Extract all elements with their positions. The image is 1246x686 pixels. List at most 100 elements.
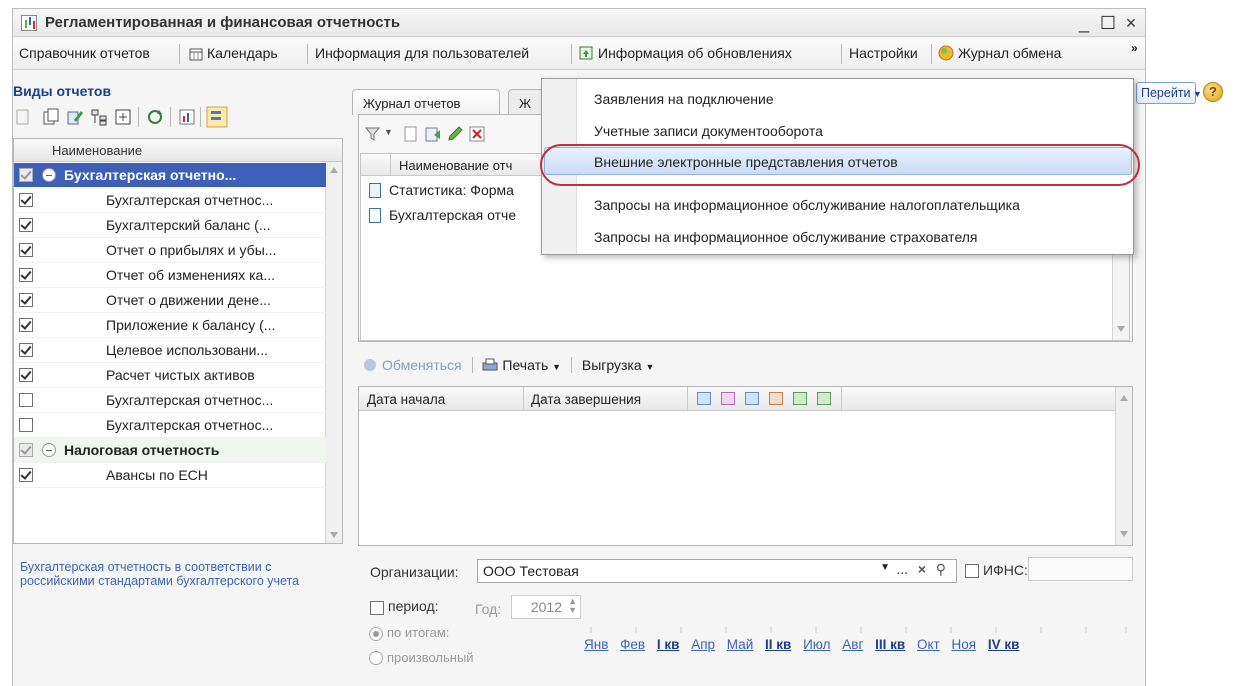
scroll-up-arrow[interactable]	[330, 167, 338, 173]
year-field[interactable]: 2012 ▲ ▼	[511, 595, 581, 619]
close-button[interactable]: ×	[1120, 12, 1142, 34]
menu-item-connection-applications[interactable]: Заявления на подключение	[594, 91, 774, 107]
end-date-column[interactable]: Дата завершения	[531, 392, 641, 407]
new-report-icon[interactable]	[402, 125, 420, 143]
ellipsis-button[interactable]: ...	[896, 561, 908, 577]
report-type-row[interactable]: Отчет о прибылях и убы...	[14, 238, 326, 263]
print-label: Печать	[502, 357, 549, 373]
minimize-button[interactable]: _	[1073, 12, 1095, 34]
row-checkbox[interactable]	[19, 293, 33, 307]
report-type-row[interactable]: Расчет чистых активов	[14, 363, 326, 388]
quarter-link-1[interactable]: I кв	[657, 637, 680, 652]
report-type-row[interactable]: Отчет об изменениях ка...	[14, 263, 326, 288]
updates-info-button[interactable]: Информация об обновлениях	[578, 45, 792, 64]
filter-icon[interactable]	[364, 125, 382, 143]
new-item-icon[interactable]	[14, 108, 32, 126]
report-row-statistics[interactable]: Статистика: Форма	[369, 182, 514, 198]
month-link-jul[interactable]: Июл	[803, 637, 830, 652]
report-type-row[interactable]: Налоговая отчетность	[14, 438, 326, 463]
menu-item-insurer-requests[interactable]: Запросы на информационное обслуживание с…	[594, 229, 978, 245]
report-type-row[interactable]: Авансы по ЕСН	[14, 463, 326, 488]
report-chart-icon[interactable]	[178, 108, 196, 126]
row-checkbox[interactable]	[19, 318, 33, 332]
user-info-button[interactable]: Информация для пользователей	[315, 45, 529, 61]
month-link-may[interactable]: Май	[727, 637, 753, 652]
report-row-accounting[interactable]: Бухгалтерская отче	[369, 207, 516, 223]
open-report-icon[interactable]	[424, 125, 442, 143]
collapse-icon[interactable]	[42, 168, 56, 182]
scroll-down-arrow[interactable]	[1117, 326, 1125, 332]
refresh-icon[interactable]	[146, 108, 164, 126]
tab-reports-journal[interactable]: Журнал отчетов	[352, 89, 500, 115]
quarter-link-4[interactable]: IV кв	[988, 637, 1020, 652]
scroll-up-arrow[interactable]	[1120, 395, 1128, 401]
settings-button[interactable]: Настройки	[849, 45, 918, 61]
delete-icon[interactable]	[468, 125, 486, 143]
report-type-row[interactable]: Бухгалтерская отчетнос...	[14, 413, 326, 438]
row-checkbox[interactable]	[19, 443, 33, 457]
goto-button[interactable]: Перейти ▼	[1136, 82, 1202, 104]
name-column-header[interactable]: Наименование	[52, 143, 142, 158]
print-button[interactable]: Печать ▼	[482, 357, 561, 373]
month-link-jan[interactable]: Янв	[584, 637, 608, 652]
edit-icon[interactable]	[66, 108, 84, 126]
row-checkbox[interactable]	[19, 393, 33, 407]
month-link-aug[interactable]: Авг	[842, 637, 863, 652]
panel-toggle-icon[interactable]	[206, 106, 228, 128]
month-link-oct[interactable]: Окт	[917, 637, 940, 652]
copy-icon[interactable]	[42, 108, 60, 126]
year-spinner-icon[interactable]: ▲ ▼	[568, 597, 577, 615]
custom-radio[interactable]	[369, 651, 383, 665]
report-type-row[interactable]: Приложение к балансу (...	[14, 313, 326, 338]
scroll-down-arrow[interactable]	[330, 532, 338, 538]
row-checkbox[interactable]	[19, 218, 33, 232]
month-link-apr[interactable]: Апр	[691, 637, 715, 652]
filter-dropdown-arrow[interactable]: ▼	[384, 127, 393, 137]
calendar-button[interactable]: Календарь	[189, 45, 278, 64]
report-type-row[interactable]: Бухгалтерская отчетно...	[14, 163, 326, 188]
row-checkbox[interactable]	[19, 343, 33, 357]
grid-scrollbar[interactable]	[325, 162, 342, 543]
maximize-button[interactable]: ☐	[1097, 12, 1119, 34]
collapse-icon[interactable]	[42, 443, 56, 457]
clear-icon[interactable]: ×	[918, 561, 926, 577]
row-checkbox[interactable]	[19, 368, 33, 382]
row-checkbox[interactable]	[19, 468, 33, 482]
organization-field[interactable]: ООО Тестовая ▼ ... × ⚲	[477, 559, 957, 583]
help-icon[interactable]: ?	[1203, 82, 1223, 102]
scroll-down-arrow[interactable]	[1120, 531, 1128, 537]
menu-item-taxpayer-requests[interactable]: Запросы на информационное обслуживание н…	[594, 197, 1020, 213]
search-icon[interactable]: ⚲	[936, 561, 946, 578]
report-type-row[interactable]: Бухгалтерская отчетнос...	[14, 188, 326, 213]
report-type-row[interactable]: Целевое использовани...	[14, 338, 326, 363]
edit-pencil-icon[interactable]	[446, 125, 464, 143]
export-button[interactable]: Выгрузка ▼	[582, 357, 655, 373]
period-checkbox[interactable]	[370, 601, 384, 615]
row-checkbox[interactable]	[19, 168, 33, 182]
report-type-row[interactable]: Отчет о движении дене...	[14, 288, 326, 313]
hierarchy-icon[interactable]	[90, 108, 108, 126]
report-type-row[interactable]: Бухгалтерский баланс (...	[14, 213, 326, 238]
tree-icon[interactable]	[114, 108, 132, 126]
month-link-nov[interactable]: Ноя	[952, 637, 977, 652]
exchange-button[interactable]: Обменяться	[362, 357, 462, 373]
report-type-row[interactable]: Бухгалтерская отчетнос...	[14, 388, 326, 413]
dropdown-arrow-icon[interactable]: ▼	[880, 562, 890, 573]
toolbar-overflow-button[interactable]: »	[1131, 41, 1138, 55]
month-link-feb[interactable]: Фев	[620, 637, 645, 652]
row-checkbox[interactable]	[19, 418, 33, 432]
reports-directory-button[interactable]: Справочник отчетов	[19, 45, 150, 61]
menu-item-accounts[interactable]: Учетные записи документооборота	[594, 123, 823, 139]
exchange-log-button[interactable]: Журнал обмена	[938, 45, 1061, 64]
row-checkbox[interactable]	[19, 268, 33, 282]
totals-radio[interactable]	[369, 627, 383, 641]
start-date-column[interactable]: Дата начала	[367, 392, 445, 407]
ifns-field[interactable]	[1028, 557, 1133, 581]
exchange-table-scrollbar[interactable]	[1115, 387, 1132, 545]
report-name-column-header[interactable]: Наименование отч	[399, 158, 512, 173]
quarter-link-3[interactable]: III кв	[875, 637, 905, 652]
row-checkbox[interactable]	[19, 243, 33, 257]
ifns-checkbox[interactable]	[965, 564, 979, 578]
row-checkbox[interactable]	[19, 193, 33, 207]
quarter-link-2[interactable]: II кв	[765, 637, 791, 652]
